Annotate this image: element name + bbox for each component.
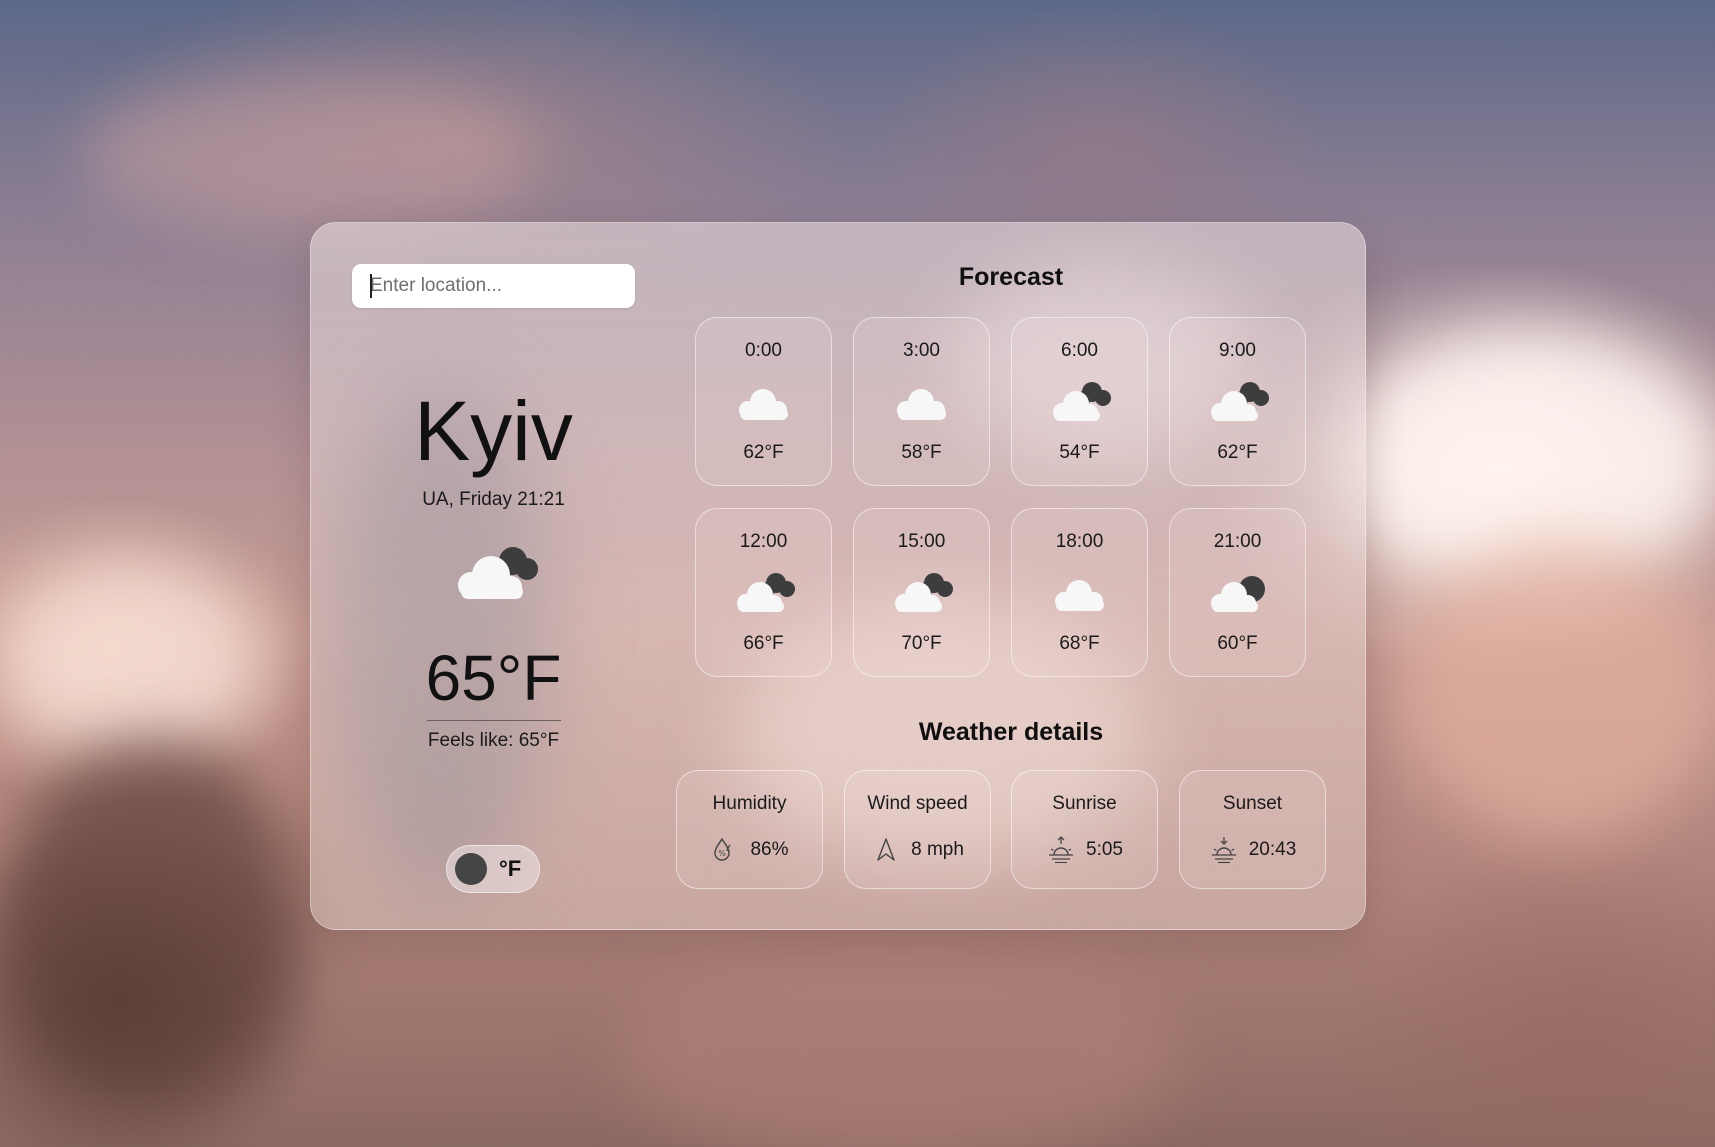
detail-value: 5:05 [1086, 839, 1123, 860]
forecast-time: 0:00 [745, 340, 782, 361]
current-weather-panel: Kyiv UA, Friday 21:21 65°F Feels like: 6… [311, 223, 676, 929]
humidity-icon: % [714, 837, 732, 861]
detail-tile-sunrise: Sunrise 5:05 [1011, 770, 1158, 889]
forecast-time: 15:00 [897, 531, 946, 552]
forecast-tile: 6:00 54°F [1011, 317, 1148, 486]
weather-card: Kyiv UA, Friday 21:21 65°F Feels like: 6… [310, 222, 1366, 930]
forecast-tile: 0:00 62°F [695, 317, 832, 486]
forecast-temp: 60°F [1217, 633, 1258, 654]
forecast-tile: 9:00 62°F [1169, 317, 1306, 486]
cloudy-icon [895, 573, 953, 612]
background-cloud [1400, 540, 1715, 840]
forecast-temp: 66°F [743, 633, 784, 654]
forecast-title: Forecast [958, 263, 1064, 291]
cloudy-icon [1211, 382, 1269, 421]
cloud-icon [739, 389, 788, 420]
weather-details-title: Weather details [918, 718, 1104, 746]
cloud-icon [1055, 580, 1104, 611]
cloud-with-dark-clouds-icon [458, 547, 538, 599]
detail-tile-wind-speed: Wind speed 8 mph [844, 770, 991, 889]
forecast-tile: 12:00 66°F [695, 508, 832, 677]
forecast-temp: 62°F [743, 442, 784, 463]
forecast-time: 9:00 [1219, 340, 1256, 361]
forecast-temp: 62°F [1217, 442, 1258, 463]
detail-value: 86% [750, 839, 789, 860]
detail-label: Humidity [712, 793, 787, 814]
cloud-moon-icon [1211, 576, 1265, 612]
unit-toggle[interactable]: °F [446, 845, 540, 893]
forecast-tile: 21:00 60°F [1169, 508, 1306, 677]
current-temperature: 65°F [425, 642, 562, 714]
forecast-time: 12:00 [739, 531, 788, 552]
forecast-tile: 3:00 58°F [853, 317, 990, 486]
toggle-knob [455, 853, 487, 885]
detail-label: Wind speed [867, 793, 968, 814]
forecast-temp: 58°F [901, 442, 942, 463]
cloudy-icon [1053, 382, 1111, 421]
detail-tile-sunset: Sunset 20:43 [1179, 770, 1326, 889]
unit-label: °F [499, 856, 522, 881]
country-date-time: UA, Friday 21:21 [422, 489, 565, 510]
cloud-icon [897, 389, 946, 420]
background-cloud [0, 560, 260, 760]
cloudy-icon [737, 573, 795, 612]
forecast-temp: 70°F [901, 633, 942, 654]
svg-text:%: % [719, 849, 727, 858]
forecast-time: 6:00 [1061, 340, 1098, 361]
detail-tile-humidity: Humidity % 86% [676, 770, 823, 889]
sunset-icon [1211, 837, 1236, 864]
city-name: Kyiv [414, 384, 573, 478]
forecast-temp: 68°F [1059, 633, 1100, 654]
forecast-temp: 54°F [1059, 442, 1100, 463]
forecast-tile: 18:00 68°F [1011, 508, 1148, 677]
forecast-time: 21:00 [1213, 531, 1262, 552]
wind-arrow-icon [877, 838, 895, 861]
forecast-time: 18:00 [1055, 531, 1104, 552]
detail-value: 20:43 [1248, 839, 1297, 860]
detail-label: Sunrise [1052, 793, 1117, 814]
background-cloud [620, 940, 1180, 1147]
feels-like: Feels like: 65°F [427, 730, 560, 751]
detail-label: Sunset [1222, 793, 1283, 814]
forecast-tile: 15:00 70°F [853, 508, 990, 677]
detail-value: 8 mph [911, 839, 964, 860]
background-cloud [0, 740, 300, 1100]
background-cloud [80, 80, 540, 230]
temperature-divider [427, 720, 561, 721]
forecast-time: 3:00 [903, 340, 940, 361]
sunrise-icon [1049, 836, 1073, 864]
